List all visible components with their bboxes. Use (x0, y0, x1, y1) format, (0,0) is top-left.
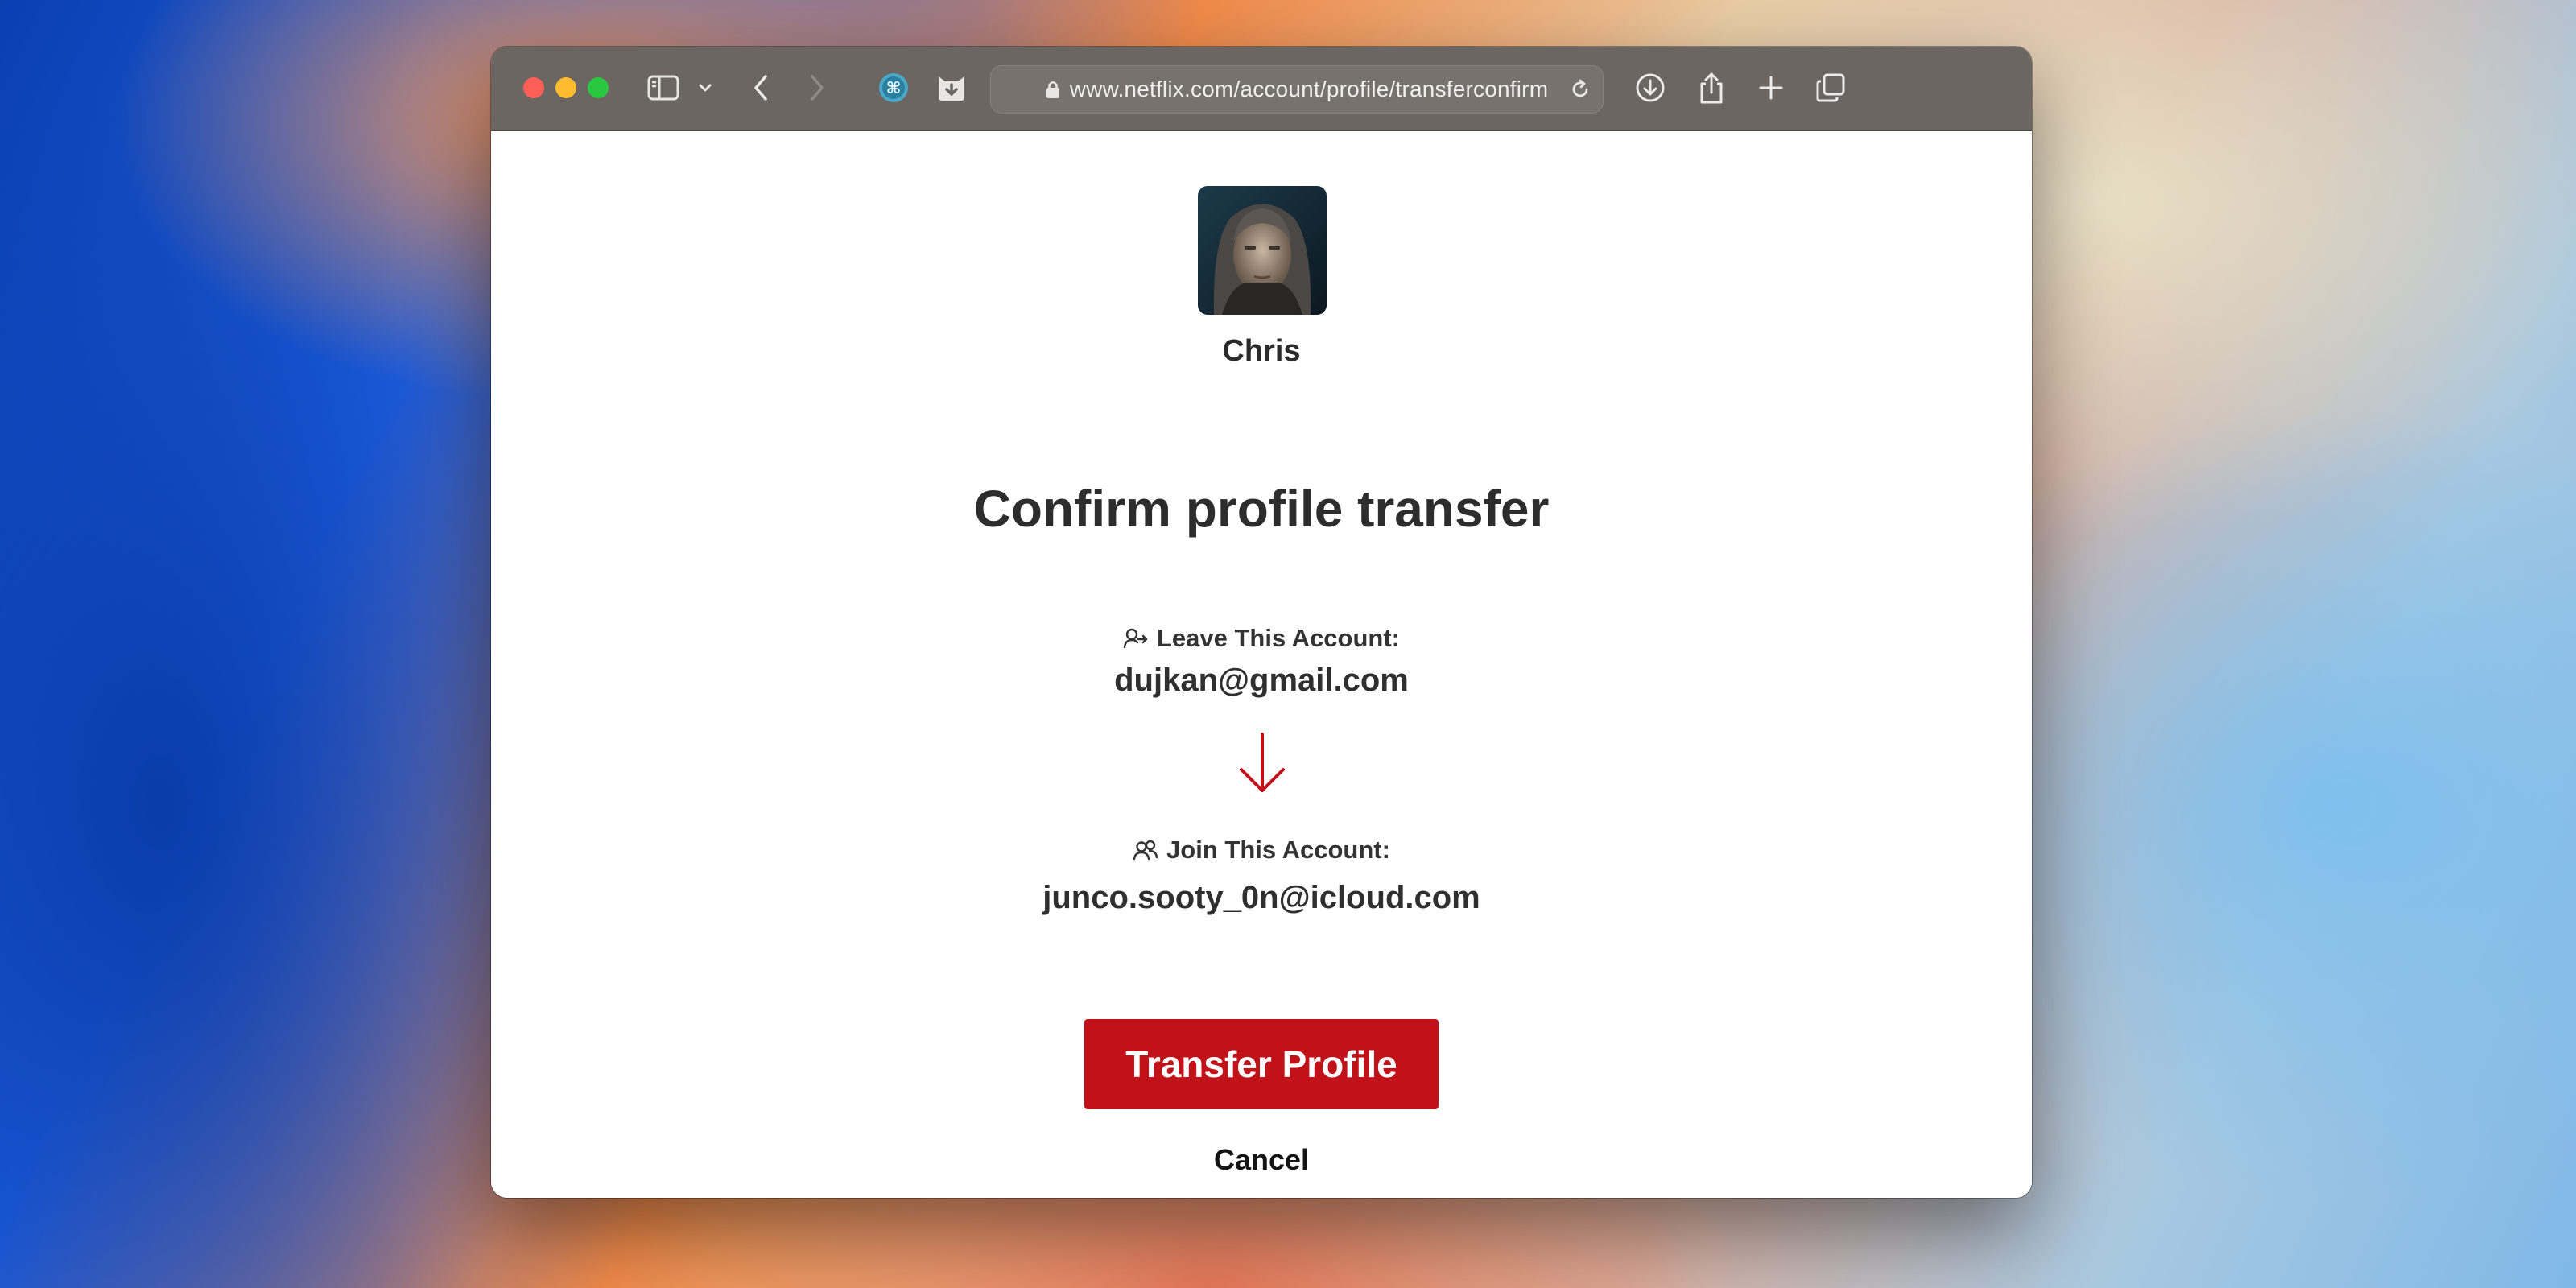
share-icon[interactable] (1694, 68, 1729, 108)
lock-icon (1046, 80, 1059, 98)
download-icon[interactable] (1633, 68, 1668, 108)
leave-account-label-text: Leave This Account: (1156, 624, 1401, 652)
person-leave-icon (1123, 628, 1148, 649)
people-join-icon (1133, 840, 1158, 861)
extension-cat-icon[interactable] (934, 68, 969, 108)
address-bar[interactable]: www.netflix.com/account/profile/transfer… (990, 65, 1604, 114)
leave-account-label: Leave This Account: (491, 624, 2032, 653)
cancel-button[interactable]: Cancel (1141, 1137, 1382, 1183)
zoom-window-button[interactable] (588, 77, 609, 98)
page-title: Confirm profile transfer (973, 480, 1550, 538)
reload-icon[interactable] (1569, 78, 1591, 101)
leave-account-email: dujkan@gmail.com (1114, 663, 1409, 698)
browser-window: ⌘ www.netflix.com/account/profile/transf… (491, 47, 2032, 1198)
chevron-down-icon[interactable] (697, 68, 713, 108)
browser-toolbar: ⌘ www.netflix.com/account/profile/transf… (491, 47, 2032, 131)
extension-icon[interactable]: ⌘ (876, 68, 911, 108)
svg-text:⌘: ⌘ (886, 78, 902, 97)
page-content: Chris Confirm profile transfer Leave Thi… (491, 131, 2032, 1198)
new-tab-icon[interactable] (1753, 68, 1789, 108)
tabs-overview-icon[interactable] (1813, 68, 1848, 108)
arrow-down-icon (1238, 731, 1286, 799)
transfer-profile-button[interactable]: Transfer Profile (1084, 1019, 1439, 1109)
back-icon[interactable] (749, 68, 773, 108)
close-window-button[interactable] (523, 77, 544, 98)
profile-avatar (1198, 186, 1327, 315)
sidebar-icon[interactable] (646, 68, 681, 108)
join-account-email: junco.sooty_0n@icloud.com (1042, 880, 1480, 915)
forward-icon[interactable] (805, 68, 829, 108)
profile-name: Chris (1222, 334, 1301, 368)
join-account-label: Join This Account: (491, 836, 2032, 865)
url-text: www.netflix.com/account/profile/transfer… (1069, 76, 1549, 101)
join-account-label-text: Join This Account: (1166, 836, 1390, 864)
minimize-window-button[interactable] (555, 77, 576, 98)
